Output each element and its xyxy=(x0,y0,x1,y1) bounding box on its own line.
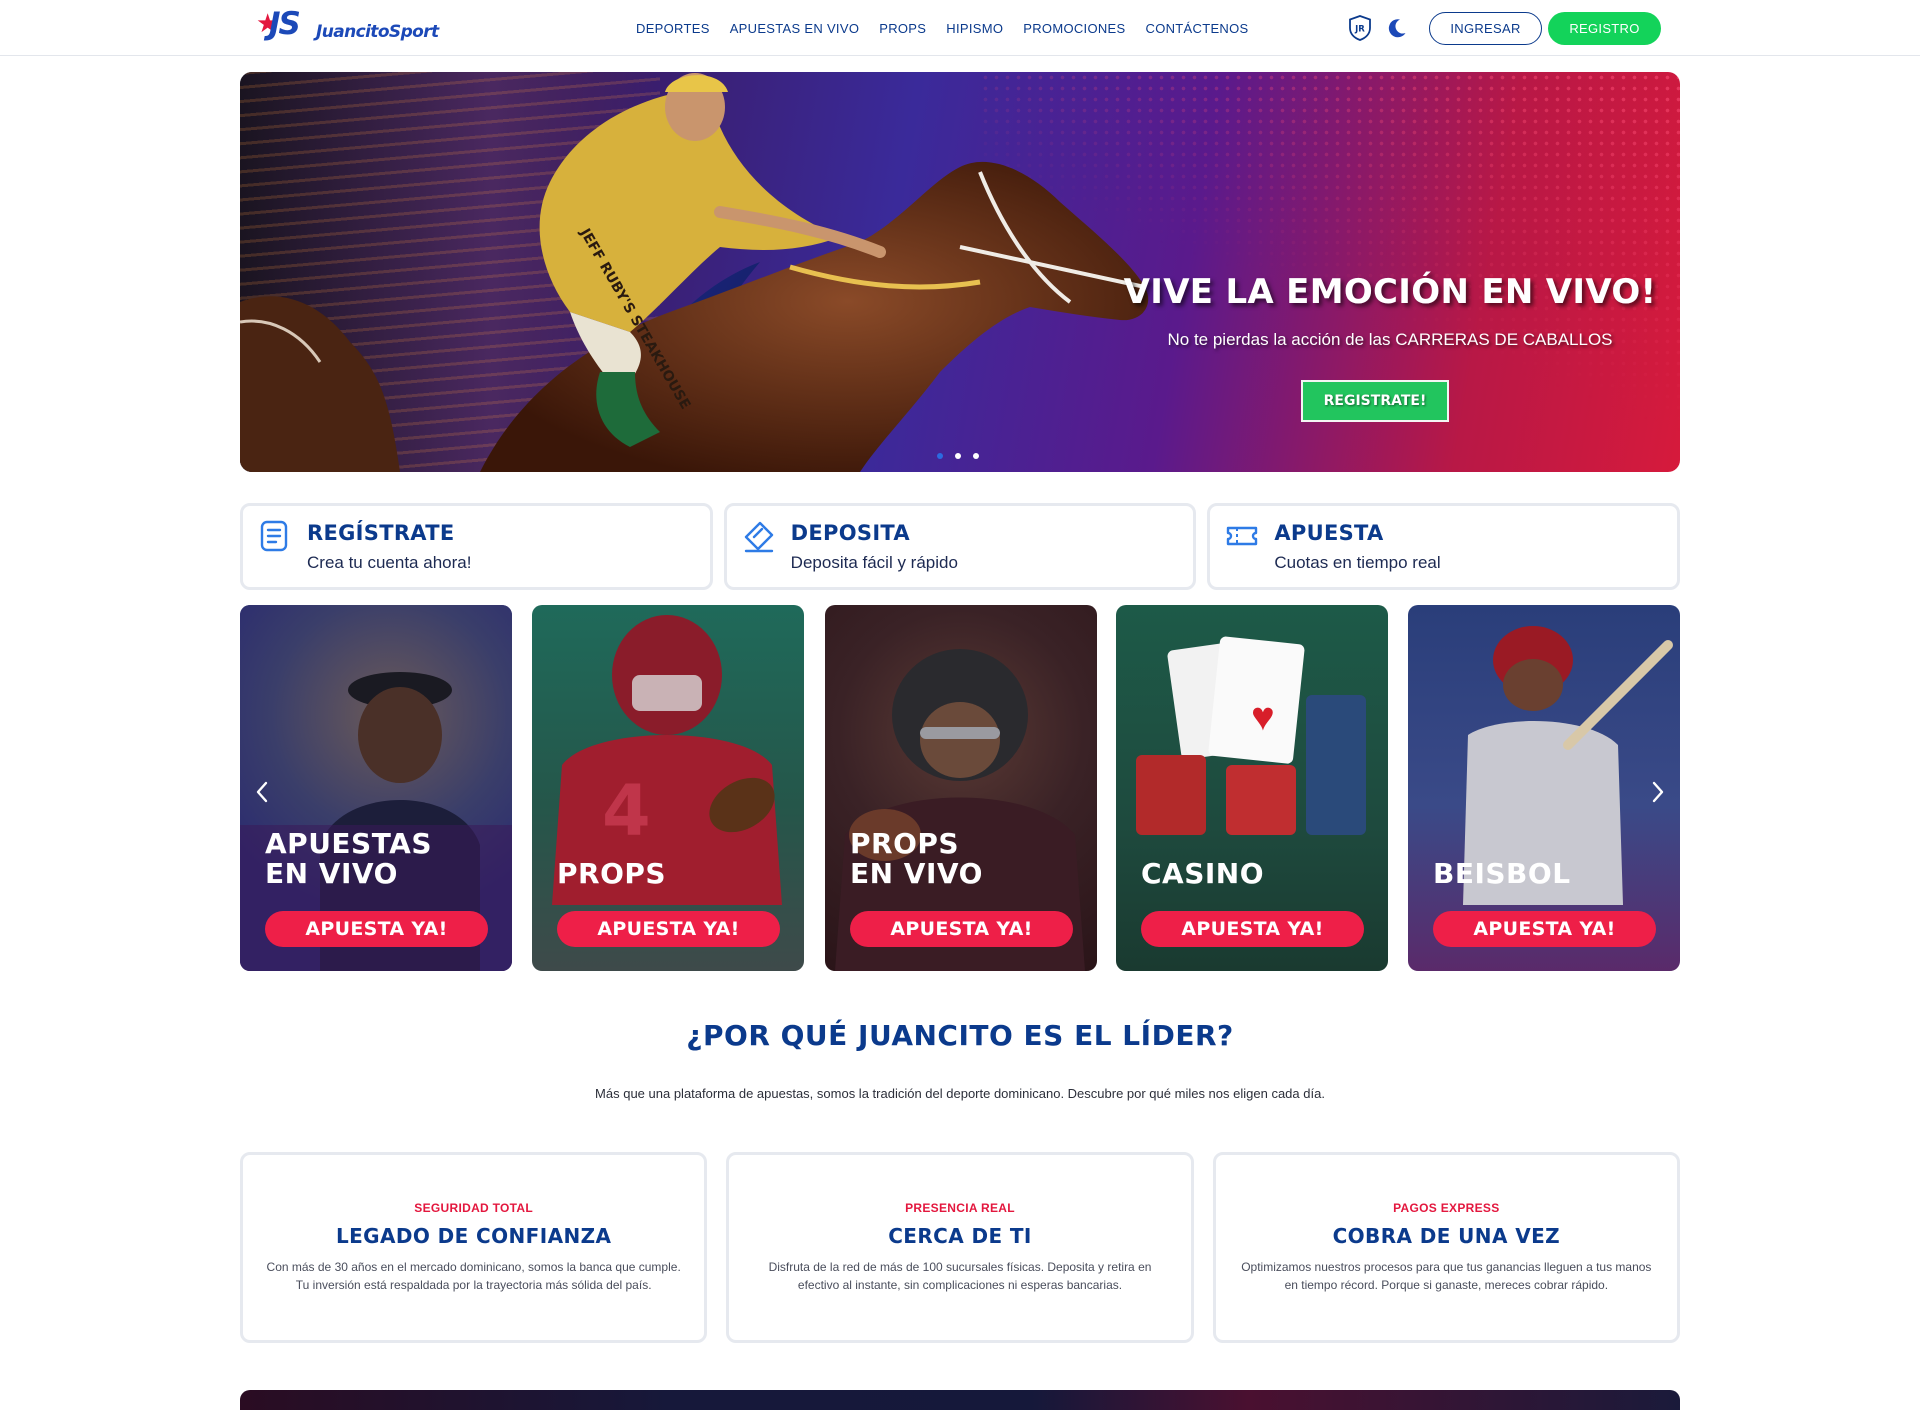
step-bet[interactable]: APUESTA Cuotas en tiempo real xyxy=(1207,503,1681,590)
nav-item-apuestas-en-vivo[interactable]: APUESTAS EN VIVO xyxy=(730,21,860,36)
card-title: CASINO xyxy=(1141,857,1265,890)
feature-title: LEGADO DE CONFIANZA xyxy=(335,1224,612,1248)
player-face xyxy=(920,702,1000,778)
feature-description: Disfruta de la red de más de 100 sucursa… xyxy=(768,1260,1152,1292)
feature-kicker: SEGURIDAD TOTAL xyxy=(414,1201,534,1215)
feature-cards: SEGURIDAD TOTAL LEGADO DE CONFIANZA Con … xyxy=(240,1152,1680,1343)
nav-item-contactenos[interactable]: CONTÁCTENOS xyxy=(1146,21,1249,36)
step-deposit[interactable]: DEPOSITA Deposita fácil y rápido xyxy=(723,503,1197,590)
brand-logo[interactable]: ★ JS JuancitoSport xyxy=(256,8,439,46)
feature-card-presencia: PRESENCIA REAL CERCA DE TI Disfruta de l… xyxy=(726,1152,1194,1343)
bottom-promo-banner[interactable] xyxy=(240,1390,1680,1410)
step-register[interactable]: REGÍSTRATE Crea tu cuenta ahora! xyxy=(240,503,713,590)
heart-icon: ♥ xyxy=(1251,695,1275,739)
chip-stack xyxy=(1226,765,1296,835)
carousel-dot-1[interactable] xyxy=(937,453,943,459)
feature-title: CERCA DE TI xyxy=(888,1224,1032,1248)
chip-stack xyxy=(1136,755,1206,835)
carousel-dot-3[interactable] xyxy=(973,453,979,459)
onboarding-steps: REGÍSTRATE Crea tu cuenta ahora! DEPOSIT… xyxy=(240,503,1681,590)
step-title: DEPOSITA xyxy=(790,521,910,545)
step-subtitle: Cuotas en tiempo real xyxy=(1274,553,1441,572)
bet-now-button[interactable]: APUESTA YA! xyxy=(1141,911,1364,947)
jersey-number: 4 xyxy=(602,770,651,852)
feature-kicker: PRESENCIA REAL xyxy=(905,1201,1015,1215)
step-title: REGÍSTRATE xyxy=(307,521,455,545)
category-card-casino[interactable]: ♥ CASINO APUESTA YA! xyxy=(1116,605,1388,971)
bet-now-button[interactable]: APUESTA YA! xyxy=(850,911,1073,947)
logo-monogram: JS xyxy=(269,6,301,42)
card-title: PROPS EN VIVO xyxy=(850,827,983,890)
feature-card-seguridad: SEGURIDAD TOTAL LEGADO DE CONFIANZA Con … xyxy=(240,1152,708,1343)
ticket-icon xyxy=(1227,526,1258,546)
nav-item-promociones[interactable]: PROMOCIONES xyxy=(1023,21,1125,36)
feature-description: Con más de 30 años en el mercado dominic… xyxy=(266,1260,681,1292)
feature-card-pagos: PAGOS EXPRESS COBRA DE UNA VEZ Optimizam… xyxy=(1212,1152,1680,1343)
feature-description: Optimizamos nuestros procesos para que t… xyxy=(1241,1260,1652,1292)
feature-kicker: PAGOS EXPRESS xyxy=(1393,1201,1500,1215)
helmet-facemask xyxy=(632,675,702,711)
player-face xyxy=(1503,659,1563,711)
category-card-apuestas-en-vivo[interactable]: APUESTAS EN VIVO APUESTA YA! xyxy=(240,605,512,971)
register-button[interactable]: REGISTRO xyxy=(1548,12,1661,45)
logo-wordmark-b: Sport xyxy=(388,22,439,42)
hero-title: VIVE LA EMOCIÓN EN VIVO! xyxy=(1123,272,1657,312)
chip-stack xyxy=(1306,695,1366,835)
chevron-right-icon[interactable] xyxy=(1648,777,1668,807)
logo-mark: ★ JS xyxy=(256,8,318,46)
card-title: APUESTAS EN VIVO xyxy=(265,827,432,890)
main-nav: DEPORTES APUESTAS EN VIVO PROPS HIPISMO … xyxy=(636,0,1249,56)
hero-carousel-indicators xyxy=(937,453,979,459)
nav-item-props[interactable]: PROPS xyxy=(879,21,926,36)
nav-item-deportes[interactable]: DEPORTES xyxy=(636,21,710,36)
category-carousel: APUESTAS EN VIVO APUESTA YA! 4 PROPS APU… xyxy=(240,605,1680,971)
step-title: APUESTA xyxy=(1274,521,1384,545)
login-button[interactable]: INGRESAR xyxy=(1429,12,1542,45)
step-subtitle: Crea tu cuenta ahora! xyxy=(307,553,472,572)
ticket-edit-icon xyxy=(744,521,773,553)
why-section-subtitle: Más que una plataforma de apuestas, somo… xyxy=(595,1086,1325,1101)
logo-wordmark: JuancitoSport xyxy=(316,22,439,42)
bet-now-button[interactable]: APUESTA YA! xyxy=(557,911,780,947)
category-card-props-en-vivo[interactable]: PROPS EN VIVO APUESTA YA! xyxy=(825,605,1097,971)
carousel-dot-2[interactable] xyxy=(955,453,961,459)
category-card-beisbol[interactable]: BEISBOL APUESTA YA! xyxy=(1408,605,1680,971)
bet-now-button[interactable]: APUESTA YA! xyxy=(1433,911,1656,947)
helmet-facemask xyxy=(920,727,1000,739)
nav-item-hipismo[interactable]: HIPISMO xyxy=(946,21,1003,36)
why-section-title: ¿POR QUÉ JUANCITO ES EL LÍDER? xyxy=(686,1019,1234,1052)
category-card-props[interactable]: 4 PROPS APUESTA YA! xyxy=(532,605,804,971)
shield-badge-icon[interactable]: JR xyxy=(1348,15,1372,41)
card-title: BEISBOL xyxy=(1433,857,1571,890)
moon-icon[interactable] xyxy=(1385,15,1409,41)
feature-title: COBRA DE UNA VEZ xyxy=(1332,1224,1561,1248)
fan-face xyxy=(358,687,442,783)
logo-wordmark-a: Juancito xyxy=(316,22,390,42)
form-icon xyxy=(260,520,288,552)
baseball-bat xyxy=(1563,640,1673,750)
card-title: PROPS xyxy=(557,857,667,890)
site-header: ★ JS JuancitoSport DEPORTES APUESTAS EN … xyxy=(0,0,1920,56)
hero-subtitle: No te pierdas la acción de las CARRERAS … xyxy=(1167,330,1613,349)
hero-banner[interactable]: ★ ★ ★ JEFF RUBY'S STEAKHOUSE VIVE LA EMO… xyxy=(240,72,1680,472)
hero-register-button[interactable]: REGISTRATE! xyxy=(1301,380,1449,422)
jockey-helmet xyxy=(665,75,728,92)
chevron-left-icon[interactable] xyxy=(252,777,272,807)
bet-now-button[interactable]: APUESTA YA! xyxy=(265,911,488,947)
step-subtitle: Deposita fácil y rápido xyxy=(790,553,958,572)
shield-badge-text: JR xyxy=(1354,25,1365,35)
